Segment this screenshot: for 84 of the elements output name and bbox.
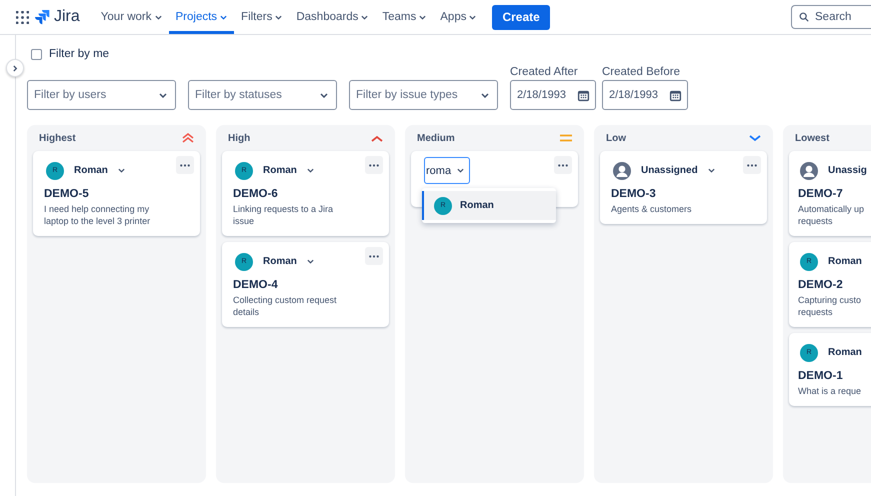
issue-card[interactable]: Unassig DEMO-7 Automatically up requests: [789, 151, 871, 236]
create-button[interactable]: Create: [492, 4, 550, 30]
filter-dropdown[interactable]: Filter by users: [27, 80, 176, 110]
date-field[interactable]: 2/18/1993: [602, 80, 688, 110]
chevron-down-icon: [361, 14, 368, 20]
chevron-down-icon: [159, 92, 167, 98]
chevron-down-icon: [469, 14, 476, 20]
assignee-name[interactable]: Unassig: [828, 165, 867, 176]
checkbox[interactable]: [31, 48, 42, 60]
expand-sidebar-button[interactable]: [6, 59, 24, 77]
ellipsis-icon: [180, 164, 190, 166]
issue-key: DEMO-3: [611, 188, 756, 200]
issue-key: DEMO-2: [798, 279, 871, 291]
issue-key: DEMO-4: [233, 279, 378, 291]
chevron-down-icon: [320, 92, 328, 98]
issue-key: DEMO-1: [798, 370, 871, 382]
nav-menu[interactable]: Apps: [433, 0, 484, 34]
column-title: Medium: [417, 132, 455, 144]
field-label: Created After: [510, 66, 579, 78]
chevron-down-icon[interactable]: [118, 168, 125, 173]
filter-dropdown[interactable]: Filter by statuses: [188, 80, 337, 110]
calendar-icon[interactable]: [577, 88, 590, 102]
app-switcher-icon[interactable]: [16, 10, 29, 24]
checkbox-label: Filter by me: [49, 48, 110, 60]
issue-summary: Collecting custom request details: [233, 294, 338, 318]
ellipsis-icon: [369, 164, 379, 166]
issue-summary: Linking requests to a Jira issue: [233, 203, 334, 227]
ellipsis-icon: [558, 164, 568, 166]
issue-summary: What is a reque: [798, 385, 862, 397]
search-field[interactable]: Search: [791, 5, 871, 29]
assignee-name[interactable]: Roman: [263, 165, 297, 176]
assignee-name[interactable]: Roman: [74, 165, 108, 176]
more-actions-button[interactable]: [365, 156, 383, 174]
chevron-down-icon: [457, 168, 464, 173]
chevron-down-icon[interactable]: [306, 259, 314, 264]
column-title: Highest: [39, 132, 76, 144]
assignee-name[interactable]: Roman: [828, 347, 862, 358]
more-actions-button[interactable]: [365, 247, 383, 265]
ellipsis-icon: [747, 164, 757, 166]
nav-menu[interactable]: Projects: [168, 0, 234, 34]
column-title: Low: [606, 132, 626, 144]
nav-menu[interactable]: Teams: [375, 0, 434, 34]
chevron-down-icon: [220, 14, 228, 20]
calendar-icon[interactable]: [669, 88, 682, 102]
more-actions-button[interactable]: [743, 156, 761, 174]
issue-key: DEMO-6: [233, 188, 378, 200]
person-icon: [613, 162, 631, 180]
assignee-field[interactable]: roma: [424, 157, 470, 184]
jira-logo-icon[interactable]: [34, 9, 50, 25]
issue-key: DEMO-7: [798, 188, 871, 200]
filter-dropdown[interactable]: Filter by issue types: [349, 80, 498, 110]
nav-menu[interactable]: Dashboards: [289, 0, 376, 34]
assignee-name[interactable]: Unassigned: [641, 165, 698, 176]
nav-menu[interactable]: Your work: [94, 0, 168, 34]
issue-summary: I need help connecting my laptop to the level 3 printer: [44, 203, 152, 227]
ellipsis-icon: [369, 254, 379, 258]
more-actions-button[interactable]: [176, 156, 194, 174]
date-field[interactable]: 2/18/1993: [510, 80, 596, 110]
chevron-down-icon: [481, 92, 489, 98]
field-label: Created Before: [602, 66, 681, 78]
nav-menu[interactable]: Filters: [234, 0, 290, 34]
issue-summary: Automatically up requests: [798, 203, 866, 227]
chevron-down-icon[interactable]: [306, 168, 314, 173]
issue-summary: Capturing custo requests: [798, 294, 862, 318]
chevron-down-icon[interactable]: [708, 168, 715, 173]
low-priority-icon: [749, 134, 761, 142]
chevron-down-icon: [419, 14, 426, 20]
highest-priority-icon: [182, 133, 194, 143]
chevron-down-icon: [275, 14, 282, 20]
search-icon: [799, 12, 809, 22]
more-actions-button[interactable]: [554, 156, 572, 174]
medium-priority-icon: [560, 134, 572, 142]
person-icon: [800, 162, 818, 180]
issue-key: DEMO-5: [44, 188, 189, 200]
high-priority-icon: [371, 134, 383, 142]
issue-summary: Agents & customers: [611, 203, 693, 215]
chevron-down-icon: [154, 14, 162, 20]
column-title: High: [228, 132, 250, 144]
issue-card[interactable]: Unassigned DEMO-3 Agents & customers: [600, 151, 767, 224]
app-name[interactable]: Jira: [54, 8, 80, 26]
column-title: Lowest: [795, 132, 830, 144]
assignee-name[interactable]: Roman: [263, 256, 297, 267]
assignee-name[interactable]: Roman: [828, 256, 862, 267]
chevron-right-icon: [12, 64, 18, 72]
